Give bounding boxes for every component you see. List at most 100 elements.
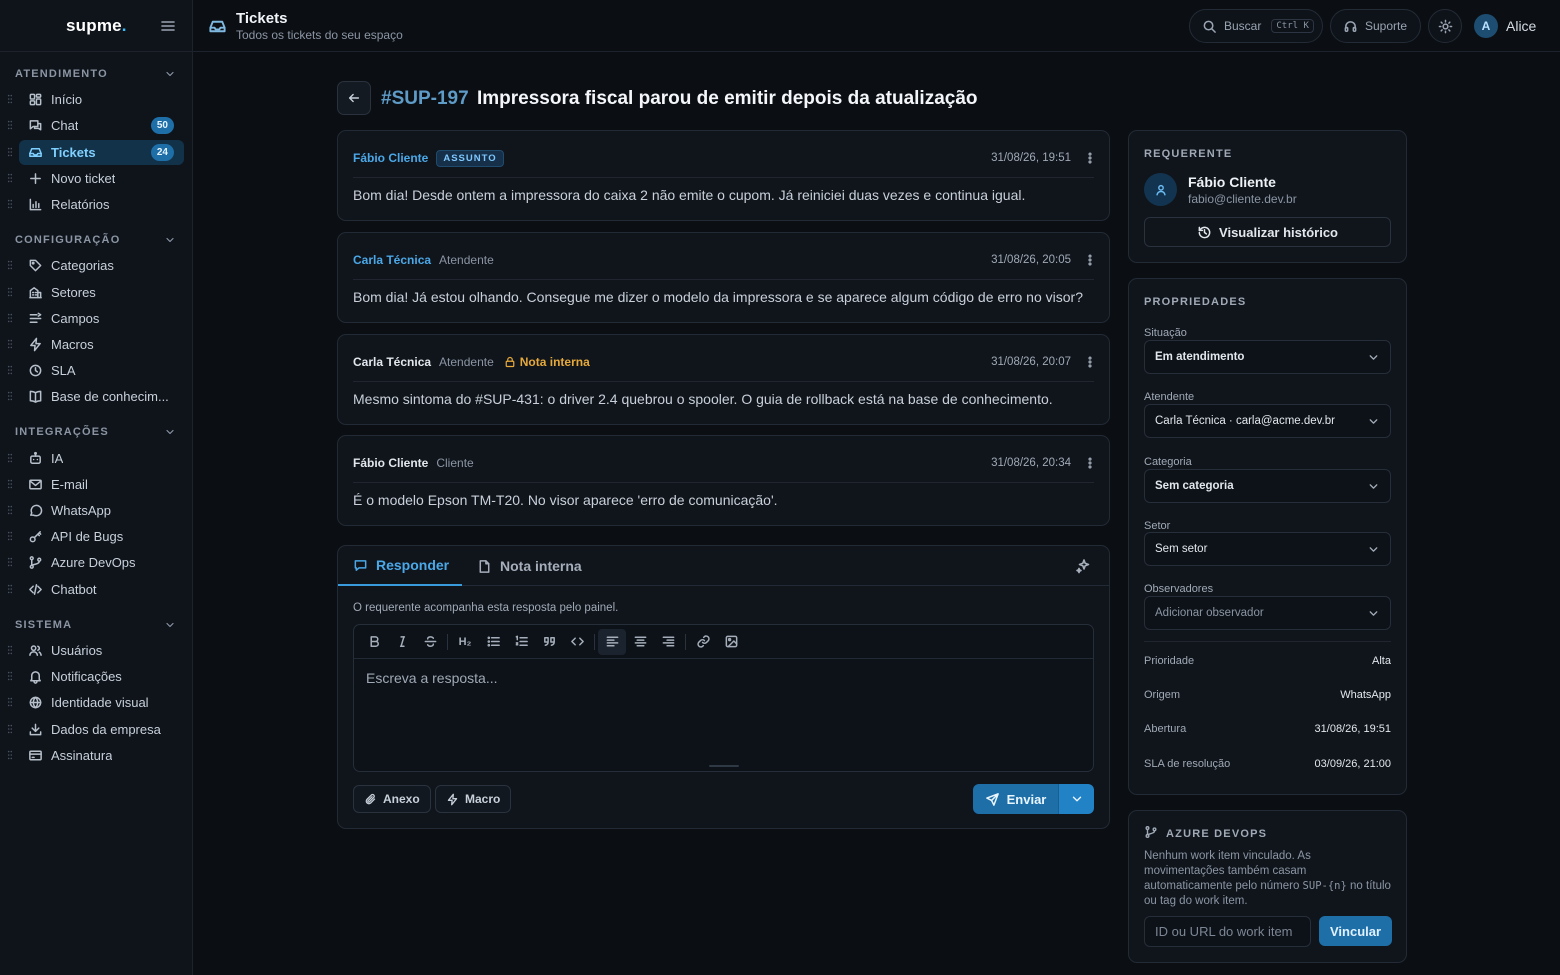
message-header: Fábio Cliente ASSUNTO 31/08/26, 19:51 — [353, 149, 1095, 167]
sidebar-item-chatbot[interactable]: Chatbot — [7, 577, 184, 602]
sidebar-item-assinatura[interactable]: Assinatura — [7, 743, 184, 768]
tab-reply[interactable]: Responder — [338, 546, 462, 586]
italic-button[interactable] — [388, 629, 416, 655]
select-categoria[interactable]: Sem categoria — [1144, 469, 1391, 503]
link-work-item-button[interactable]: Vincular — [1319, 916, 1392, 946]
sidebar-item-base-de-conhecim[interactable]: Base de conhecim... — [7, 384, 184, 409]
more-vertical-icon[interactable] — [1083, 151, 1095, 165]
drag-handle-icon[interactable] — [7, 583, 13, 595]
more-vertical-icon[interactable] — [1083, 355, 1095, 369]
ordered-list-button[interactable] — [507, 629, 535, 655]
bold-icon — [369, 636, 379, 647]
work-item-input[interactable] — [1144, 916, 1311, 947]
section-header[interactable]: CONFIGURAÇÃO — [0, 228, 192, 252]
sidebar-item-campos[interactable]: Campos — [7, 306, 184, 331]
align-right-button[interactable] — [654, 629, 682, 655]
attach-button[interactable]: Anexo — [353, 785, 431, 813]
section-header[interactable]: INTEGRAÇÕES — [0, 420, 192, 444]
sidebar-item-inicio[interactable]: Início — [7, 87, 184, 112]
sidebar-item-sla[interactable]: SLA — [7, 358, 184, 383]
send-options-button[interactable] — [1058, 784, 1094, 814]
message-author[interactable]: Carla Técnica — [353, 355, 431, 369]
select-situacao[interactable]: Em atendimento — [1144, 340, 1391, 374]
heading-button[interactable]: H₂ — [451, 629, 479, 655]
reply-editor[interactable]: H₂ Escreva a resposta... — [353, 624, 1094, 772]
bold-button[interactable] — [360, 629, 388, 655]
bullet-list-button[interactable] — [479, 629, 507, 655]
tab-internal-note[interactable]: Nota interna — [477, 546, 582, 586]
sidebar-item-api-de-bugs[interactable]: API de Bugs — [7, 524, 184, 549]
macro-button[interactable]: Macro — [435, 785, 512, 813]
tag-icon — [28, 258, 51, 273]
drag-handle-icon[interactable] — [7, 478, 13, 490]
view-history-button[interactable]: Visualizar histórico — [1144, 217, 1391, 247]
drag-handle-icon[interactable] — [7, 286, 13, 298]
message-author[interactable]: Fábio Cliente — [353, 456, 428, 470]
select-observadores[interactable]: Adicionar observador — [1144, 596, 1391, 630]
user-name[interactable]: Alice — [1506, 18, 1536, 34]
select-setor[interactable]: Sem setor — [1144, 532, 1391, 566]
select-atendente[interactable]: Carla Técnica · carla@acme.dev.br — [1144, 404, 1391, 438]
more-vertical-icon[interactable] — [1083, 456, 1095, 470]
drag-handle-icon[interactable] — [7, 390, 13, 402]
send-button[interactable]: Enviar — [973, 784, 1058, 814]
app-logo[interactable]: supme. — [66, 16, 127, 36]
sidebar-item-relatorios[interactable]: Relatórios — [7, 192, 184, 217]
drag-handle-icon[interactable] — [7, 119, 13, 131]
drag-handle-icon[interactable] — [7, 198, 13, 210]
search-button[interactable]: Buscar Ctrl K — [1189, 9, 1323, 43]
sidebar-item-tickets[interactable]: Tickets 24 — [7, 139, 184, 165]
drag-handle-icon[interactable] — [7, 172, 13, 184]
sidebar-item-azure-devops[interactable]: Azure DevOps — [7, 550, 184, 575]
sidebar-item-notificacoes[interactable]: Notificações — [7, 664, 184, 689]
drag-handle-icon[interactable] — [7, 556, 13, 568]
sidebar-item-ia[interactable]: IA — [7, 446, 184, 471]
sidebar-item-setores[interactable]: Setores — [7, 280, 184, 305]
drag-handle-icon[interactable] — [7, 670, 13, 682]
drag-handle-icon[interactable] — [7, 312, 13, 324]
drag-handle-icon[interactable] — [7, 504, 13, 516]
image-button[interactable] — [717, 629, 745, 655]
sidebar-item-e-mail[interactable]: E-mail — [7, 472, 184, 497]
user-avatar[interactable]: A — [1474, 14, 1498, 38]
message-author[interactable]: Fábio Cliente — [353, 151, 428, 165]
strikethrough-button[interactable] — [416, 629, 444, 655]
drag-handle-icon[interactable] — [7, 338, 13, 350]
sidebar-item-whatsapp[interactable]: WhatsApp — [7, 498, 184, 523]
drag-handle-icon[interactable] — [7, 364, 13, 376]
message-author[interactable]: Carla Técnica — [353, 253, 431, 267]
code-button[interactable] — [563, 629, 591, 655]
sidebar-item-identidade-visual[interactable]: Identidade visual — [7, 690, 184, 715]
drag-handle-icon[interactable] — [7, 259, 13, 271]
more-vertical-icon[interactable] — [1083, 253, 1095, 267]
support-button[interactable]: Suporte — [1330, 9, 1421, 43]
sidebar-item-dados-da-empresa[interactable]: Dados da empresa — [7, 717, 184, 742]
sidebar-item-label: Início — [51, 92, 83, 108]
sidebar-item-macros[interactable]: Macros — [7, 332, 184, 357]
drag-handle-icon[interactable] — [7, 452, 13, 464]
sidebar-item-categorias[interactable]: Categorias — [7, 253, 184, 278]
drag-handle-icon[interactable] — [7, 644, 13, 656]
drag-handle-icon[interactable] — [7, 93, 13, 105]
drag-handle-icon[interactable] — [7, 749, 13, 761]
drag-handle-icon[interactable] — [7, 696, 13, 708]
theme-toggle-button[interactable] — [1428, 9, 1462, 43]
align-center-button[interactable] — [626, 629, 654, 655]
sidebar-item-novo-ticket[interactable]: Novo ticket — [7, 166, 184, 191]
align-left-button[interactable] — [598, 628, 626, 655]
drag-handle-icon[interactable] — [7, 723, 13, 735]
sidebar-item-usuarios[interactable]: Usuários — [7, 638, 184, 663]
section-header[interactable]: ATENDIMENTO — [0, 62, 192, 86]
italic-icon — [399, 636, 405, 647]
back-button[interactable] — [337, 81, 371, 115]
quote-button[interactable] — [535, 629, 563, 655]
drag-handle-icon[interactable] — [7, 530, 13, 542]
search-shortcut: Ctrl K — [1271, 19, 1314, 33]
section-header[interactable]: SISTEMA — [0, 613, 192, 637]
drag-handle-icon[interactable] — [7, 146, 13, 158]
link-button[interactable] — [689, 629, 717, 655]
menu-toggle-icon[interactable] — [160, 18, 176, 34]
sparkles-icon[interactable] — [1075, 558, 1091, 574]
editor-resize-handle[interactable] — [709, 765, 739, 767]
sidebar-item-chat[interactable]: Chat 50 — [7, 113, 184, 138]
